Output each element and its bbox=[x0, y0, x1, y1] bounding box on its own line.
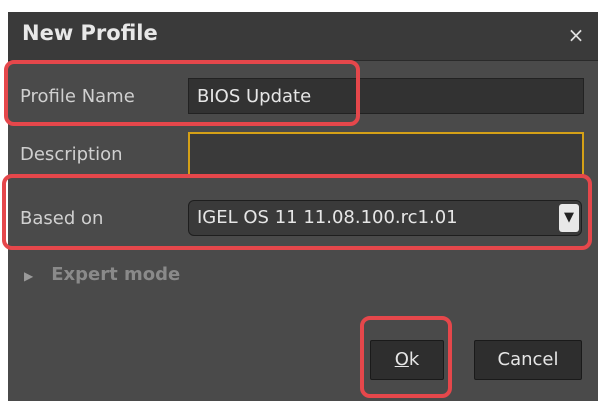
profile-name-input[interactable] bbox=[188, 78, 584, 114]
expert-mode-label: Expert mode bbox=[51, 264, 181, 285]
dialog-titlebar: New Profile × bbox=[8, 12, 598, 61]
close-icon[interactable]: × bbox=[566, 22, 586, 48]
based-on-dropdown[interactable]: IGEL OS 11 11.08.100.rc1.01 ▼ bbox=[188, 200, 582, 236]
description-input[interactable] bbox=[188, 132, 584, 176]
new-profile-dialog: New Profile × Profile Name Description B… bbox=[8, 12, 598, 401]
dialog-title: New Profile bbox=[22, 21, 158, 45]
ok-button[interactable]: Ok bbox=[370, 340, 444, 380]
chevron-down-icon[interactable]: ▼ bbox=[559, 204, 579, 232]
profile-name-label: Profile Name bbox=[20, 86, 135, 107]
description-label: Description bbox=[20, 144, 123, 165]
cancel-button[interactable]: Cancel bbox=[474, 340, 582, 380]
expand-triangle-icon: ▶ bbox=[24, 269, 34, 283]
ok-mnemonic: O bbox=[394, 349, 409, 370]
based-on-label: Based on bbox=[20, 208, 104, 229]
expert-mode-toggle[interactable]: ▶ Expert mode bbox=[24, 264, 180, 285]
ok-label: k bbox=[408, 349, 420, 370]
based-on-value: IGEL OS 11 11.08.100.rc1.01 bbox=[197, 207, 458, 228]
